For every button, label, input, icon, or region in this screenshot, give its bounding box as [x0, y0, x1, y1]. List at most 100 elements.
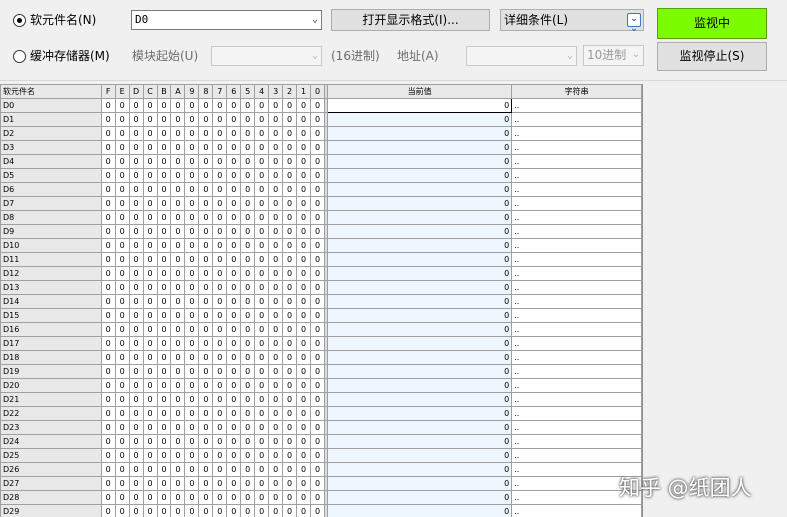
table-row[interactable]: D21 0 0 0 0 0 0 0 0 0 0 0 0 0 0 0 0 0..	[0, 392, 642, 407]
bit-cell[interactable]: 0	[128, 462, 144, 477]
bit-cell[interactable]: 0	[296, 490, 312, 505]
bit-cell[interactable]: 0	[100, 224, 116, 239]
bit-cell[interactable]: 0	[282, 210, 298, 225]
bit-cell[interactable]: 0	[226, 476, 242, 491]
bit-cell[interactable]: 0	[212, 154, 228, 169]
bit-cell[interactable]: 0	[310, 210, 325, 225]
bit-cell[interactable]: 0	[310, 378, 325, 393]
bit-cell[interactable]: 0	[184, 112, 200, 127]
bit-cell[interactable]: 0	[212, 364, 228, 379]
bit-cell[interactable]: 0	[296, 182, 312, 197]
bit-cell[interactable]: 0	[240, 350, 256, 365]
bit-cell[interactable]: 0	[282, 294, 298, 309]
current-value-cell[interactable]: 0	[326, 238, 513, 253]
bit-cell[interactable]: 0	[240, 252, 256, 267]
bit-cell[interactable]: 0	[226, 266, 242, 281]
bit-cell[interactable]: 0	[142, 406, 158, 421]
bit-cell[interactable]: 0	[114, 322, 130, 337]
bit-cell[interactable]: 0	[212, 210, 228, 225]
bit-cell[interactable]: 0	[198, 238, 214, 253]
table-row[interactable]: D27 0 0 0 0 0 0 0 0 0 0 0 0 0 0 0 0 0..	[0, 476, 642, 491]
bit-cell[interactable]: 0	[296, 98, 312, 113]
string-cell[interactable]: ..	[511, 210, 642, 225]
bit-cell[interactable]: 0	[240, 280, 256, 295]
bit-cell[interactable]: 0	[282, 476, 298, 491]
header-device-name[interactable]: 软元件名	[0, 84, 102, 99]
bit-cell[interactable]: 0	[142, 294, 158, 309]
bit-cell[interactable]: 0	[156, 224, 172, 239]
bit-cell[interactable]: 0	[268, 98, 284, 113]
bit-cell[interactable]: 0	[142, 182, 158, 197]
bit-cell[interactable]: 0	[240, 140, 256, 155]
bit-cell[interactable]: 0	[226, 252, 242, 267]
bit-cell[interactable]: 0	[268, 140, 284, 155]
bit-cell[interactable]: 0	[212, 490, 228, 505]
bit-cell[interactable]: 0	[114, 462, 130, 477]
bit-cell[interactable]: 0	[170, 392, 186, 407]
bit-cell[interactable]: 0	[310, 308, 325, 323]
bit-cell[interactable]: 0	[226, 420, 242, 435]
bit-cell[interactable]: 0	[170, 238, 186, 253]
bit-cell[interactable]: 0	[310, 238, 325, 253]
bit-cell[interactable]: 0	[184, 308, 200, 323]
table-row[interactable]: D9 0 0 0 0 0 0 0 0 0 0 0 0 0 0 0 0 0..	[0, 224, 642, 239]
bit-cell[interactable]: 0	[268, 392, 284, 407]
bit-cell[interactable]: 0	[114, 350, 130, 365]
bit-cell[interactable]: 0	[184, 280, 200, 295]
bit-cell[interactable]: 0	[268, 504, 284, 517]
bit-cell[interactable]: 0	[142, 224, 158, 239]
bit-cell[interactable]: 0	[310, 182, 325, 197]
bit-cell[interactable]: 0	[128, 210, 144, 225]
detail-conditions-select[interactable]: 详细条件(L)	[500, 9, 644, 31]
current-value-cell[interactable]: 0	[326, 476, 513, 491]
bit-cell[interactable]: 0	[310, 140, 325, 155]
bit-cell[interactable]: 0	[142, 378, 158, 393]
bit-cell[interactable]: 0	[296, 378, 312, 393]
bit-cell[interactable]: 0	[226, 238, 242, 253]
bit-cell[interactable]: 0	[240, 224, 256, 239]
bit-cell[interactable]: 0	[184, 364, 200, 379]
bit-cell[interactable]: 0	[226, 462, 242, 477]
current-value-cell[interactable]: 0	[326, 112, 513, 127]
bit-cell[interactable]: 0	[128, 392, 144, 407]
current-value-cell[interactable]: 0	[326, 280, 513, 295]
bit-cell[interactable]: 0	[268, 112, 284, 127]
bit-cell[interactable]: 0	[142, 252, 158, 267]
table-row[interactable]: D10 0 0 0 0 0 0 0 0 0 0 0 0 0 0 0 0 0..	[0, 238, 642, 253]
bit-cell[interactable]: 0	[296, 434, 312, 449]
bit-cell[interactable]: 0	[240, 378, 256, 393]
bit-cell[interactable]: 0	[184, 504, 200, 517]
bit-cell[interactable]: 0	[282, 168, 298, 183]
address-select[interactable]: ⌄	[466, 46, 577, 66]
bit-cell[interactable]: 0	[198, 210, 214, 225]
bit-cell[interactable]: 0	[226, 112, 242, 127]
bit-cell[interactable]: 0	[156, 98, 172, 113]
bit-cell[interactable]: 0	[156, 238, 172, 253]
bit-cell[interactable]: 0	[212, 112, 228, 127]
bit-cell[interactable]: 0	[226, 182, 242, 197]
bit-cell[interactable]: 0	[114, 504, 130, 517]
string-cell[interactable]: ..	[511, 392, 642, 407]
bit-cell[interactable]: 0	[100, 406, 116, 421]
bit-cell[interactable]: 0	[184, 140, 200, 155]
bit-cell[interactable]: 0	[170, 224, 186, 239]
bit-cell[interactable]: 0	[254, 266, 270, 281]
bit-cell[interactable]: 0	[310, 224, 325, 239]
bit-cell[interactable]: 0	[254, 182, 270, 197]
bit-cell[interactable]: 0	[156, 154, 172, 169]
bit-cell[interactable]: 0	[184, 420, 200, 435]
monitoring-button[interactable]: 监视中	[657, 8, 767, 39]
bit-cell[interactable]: 0	[128, 350, 144, 365]
bit-cell[interactable]: 0	[114, 280, 130, 295]
bit-cell[interactable]: 0	[254, 406, 270, 421]
bit-cell[interactable]: 0	[268, 252, 284, 267]
current-value-cell[interactable]: 0	[326, 462, 513, 477]
bit-cell[interactable]: 0	[240, 98, 256, 113]
bit-cell[interactable]: 0	[114, 126, 130, 141]
bit-cell[interactable]: 0	[310, 350, 325, 365]
bit-cell[interactable]: 0	[100, 154, 116, 169]
current-value-cell[interactable]: 0	[326, 182, 513, 197]
table-row[interactable]: D15 0 0 0 0 0 0 0 0 0 0 0 0 0 0 0 0 0..	[0, 308, 642, 323]
bit-cell[interactable]: 0	[114, 112, 130, 127]
bit-cell[interactable]: 0	[268, 406, 284, 421]
